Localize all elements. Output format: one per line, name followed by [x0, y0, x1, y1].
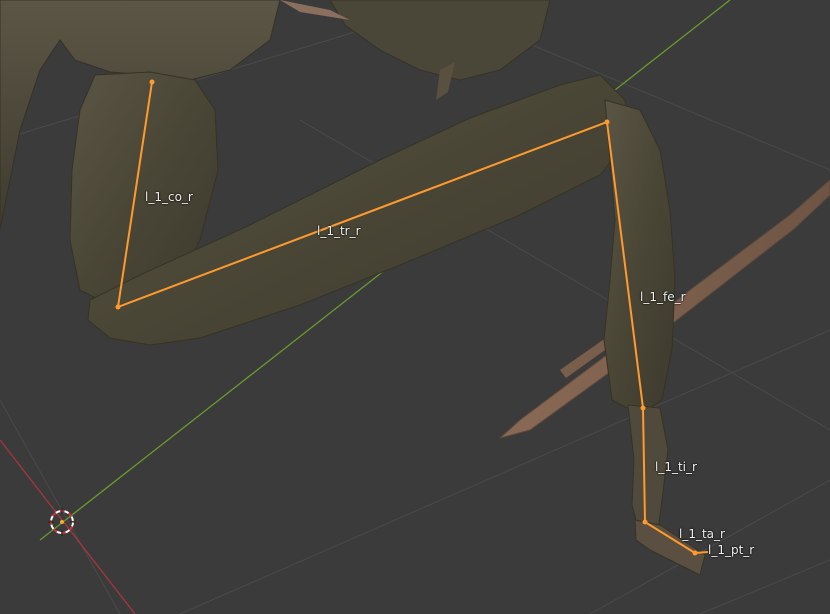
3d-viewport[interactable]: l_1_co_r l_1_tr_r l_1_fe_r l_1_ti_r l_1_… — [0, 0, 830, 614]
abdomen-mesh — [329, 0, 551, 81]
femur-mesh — [603, 99, 676, 416]
bone-label-tarsus: l_1_ta_r — [679, 527, 725, 541]
bone-label-pretarsus: l_1_pt_r — [708, 543, 755, 557]
3d-cursor-icon[interactable] — [48, 508, 76, 536]
bone-label-trochanter: l_1_tr_r — [317, 224, 361, 238]
bone-label-coxa: l_1_co_r — [145, 190, 193, 204]
viewport-scene[interactable] — [0, 0, 830, 614]
bone-label-tibia: l_1_ti_r — [655, 460, 697, 474]
bone-label-femur: l_1_fe_r — [640, 290, 686, 304]
